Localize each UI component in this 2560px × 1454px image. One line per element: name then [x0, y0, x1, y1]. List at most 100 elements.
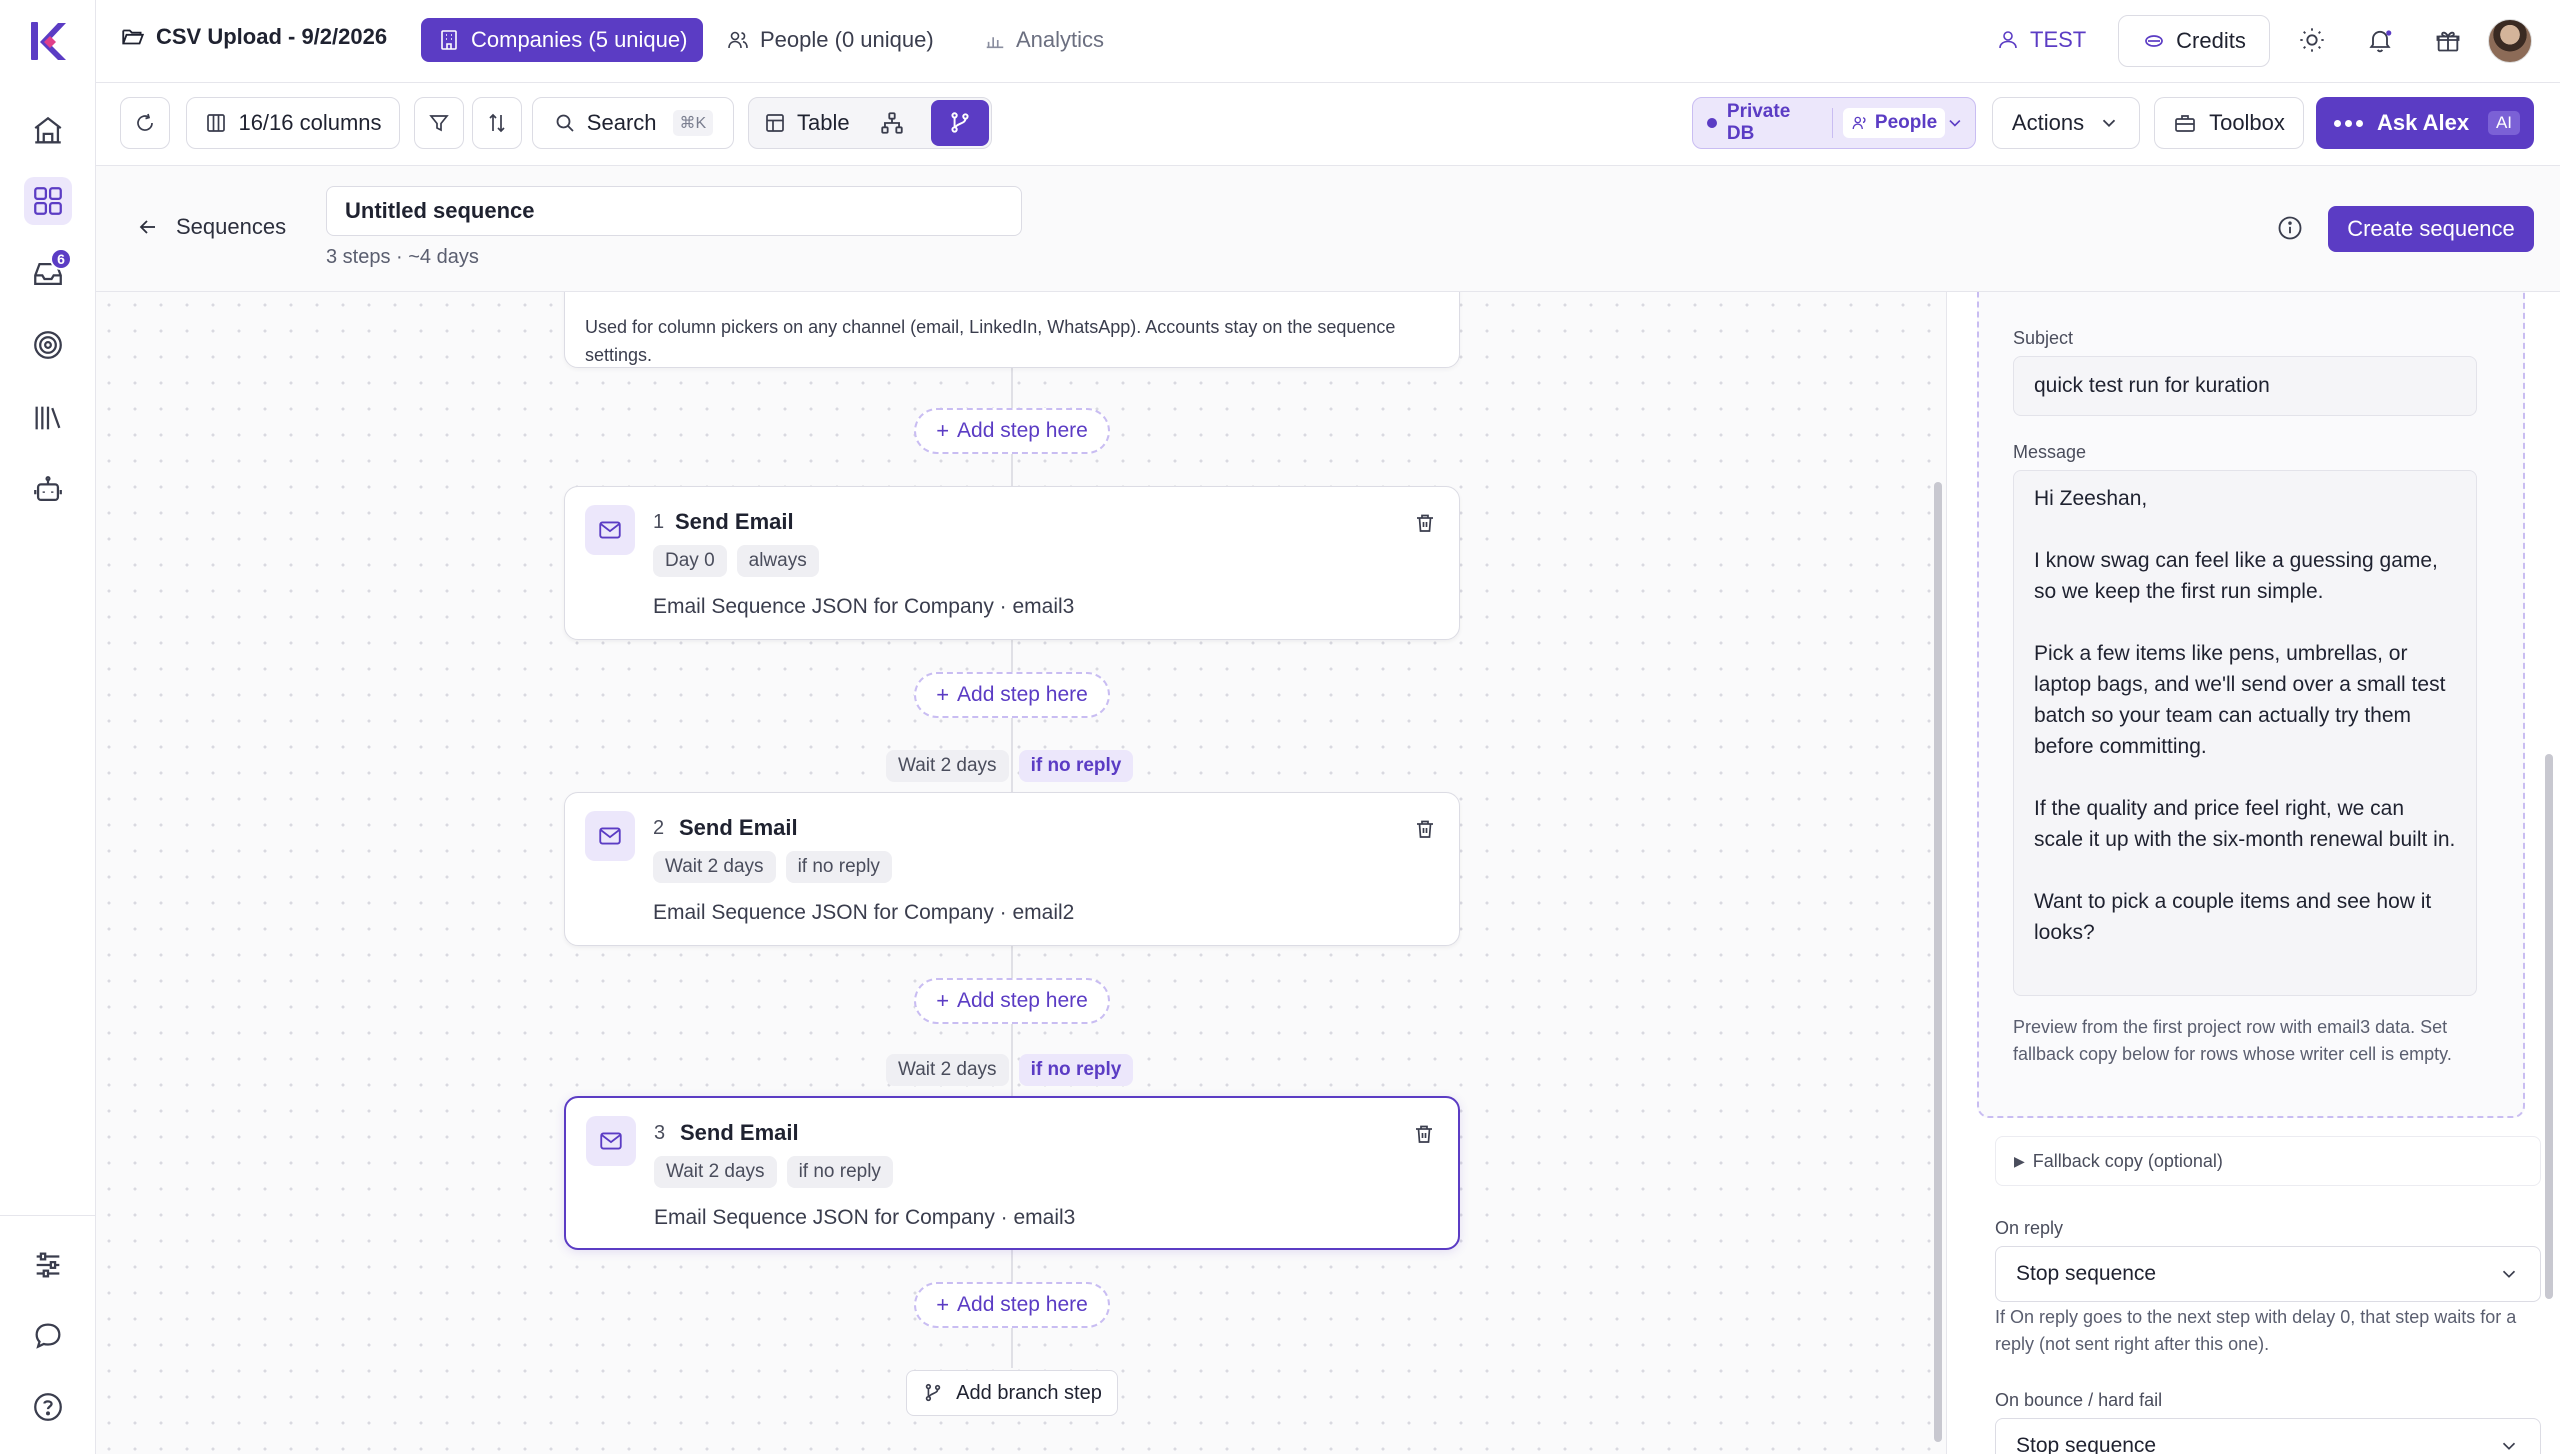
- git-branch-icon: [925, 1383, 941, 1402]
- org-chart-icon[interactable]: [879, 110, 905, 136]
- view-table-label: Table: [797, 110, 850, 135]
- bar-chart-icon: [986, 37, 1004, 49]
- on-reply-select[interactable]: Stop sequence: [1995, 1246, 2541, 1302]
- tab-people-label: People (0 unique): [760, 27, 934, 52]
- actions-button[interactable]: Actions: [1992, 97, 2140, 149]
- channel-settings-card: Used for column pickers on any channel (…: [564, 292, 1460, 368]
- left-sidebar: 6: [0, 0, 96, 1454]
- building-icon: [441, 30, 457, 50]
- chat-icon[interactable]: [24, 1312, 72, 1360]
- sort-icon: [489, 113, 505, 133]
- subject-field[interactable]: quick test run for kuration: [2013, 356, 2477, 416]
- ai-badge: AI: [2487, 111, 2520, 135]
- credits-button[interactable]: Credits: [2118, 15, 2270, 67]
- fallback-label: Fallback copy (optional): [2032, 1150, 2223, 1171]
- users-icon: [728, 31, 748, 49]
- on-reply-value: Stop sequence: [2016, 1262, 2157, 1285]
- test-workspace[interactable]: TEST: [1996, 18, 2086, 62]
- columns-button[interactable]: 16/16 columns: [186, 97, 400, 149]
- trash-icon[interactable]: [1413, 511, 1437, 535]
- step-card-1[interactable]: 1 Send Email Day 0 always Email Sequence…: [564, 486, 1460, 640]
- step-pills: Wait 2 days if no reply: [654, 1156, 893, 1188]
- add-step-button[interactable]: + Add step here: [914, 408, 1110, 454]
- info-icon[interactable]: [2276, 214, 2304, 242]
- inbox-badge: 6: [50, 248, 72, 270]
- trash-icon[interactable]: [1412, 1122, 1436, 1146]
- on-bounce-select[interactable]: Stop sequence: [1995, 1418, 2541, 1454]
- bell-icon[interactable]: [2362, 22, 2398, 58]
- condition-pill: if no reply: [1018, 1054, 1134, 1086]
- add-step-button[interactable]: + Add step here: [914, 1282, 1110, 1328]
- chevron-down-icon: [2502, 1270, 2516, 1278]
- private-db-dot: [1707, 118, 1717, 128]
- file-title[interactable]: CSV Upload - 9/2/2026: [120, 24, 387, 50]
- search-icon: [556, 114, 574, 132]
- add-step-button[interactable]: + Add step here: [914, 672, 1110, 718]
- search-button[interactable]: Search ⌘K: [532, 97, 734, 149]
- theme-sun-icon[interactable]: [2294, 22, 2330, 58]
- private-db-selector[interactable]: Private DB People: [1692, 97, 1976, 149]
- grid-icon[interactable]: [24, 177, 72, 225]
- target-icon[interactable]: [24, 321, 72, 369]
- filter-button[interactable]: [414, 97, 464, 149]
- mail-icon: [586, 1116, 636, 1166]
- arrow-left-icon: [139, 220, 155, 234]
- channel-settings-note: Used for column pickers on any channel (…: [585, 317, 1396, 365]
- add-step-label: Add step here: [957, 989, 1088, 1012]
- folder-open-icon: [122, 29, 145, 45]
- sequence-name-input[interactable]: [326, 186, 1022, 236]
- create-sequence-button[interactable]: Create sequence: [2328, 206, 2534, 252]
- mail-icon: [585, 505, 635, 555]
- back-label: Sequences: [176, 214, 287, 239]
- sliders-icon[interactable]: [24, 1241, 72, 1289]
- columns-icon: [207, 114, 226, 132]
- step-2-delay-row: Wait 2 days if no reply: [886, 750, 1134, 782]
- message-field[interactable]: Hi Zeeshan, I know swag can feel like a …: [2013, 470, 2477, 996]
- user-avatar[interactable]: [2488, 19, 2532, 63]
- tab-companies[interactable]: Companies (5 unique): [421, 18, 704, 62]
- credits-icon: [2145, 35, 2164, 47]
- add-step-button[interactable]: + Add step here: [914, 978, 1110, 1024]
- gift-icon[interactable]: [2430, 22, 2466, 58]
- add-branch-step-button[interactable]: Add branch step: [906, 1370, 1118, 1416]
- step-3-delay-row: Wait 2 days if no reply: [886, 1054, 1134, 1086]
- view-switcher: Table: [748, 97, 992, 149]
- ask-alex-button[interactable]: Ask Alex AI: [2316, 97, 2534, 149]
- ai-dots-icon: [2334, 119, 2363, 127]
- view-sequence-button[interactable]: [931, 100, 989, 146]
- kuration-logo[interactable]: [28, 20, 68, 62]
- step-editor-panel: Subject quick test run for kuration Mess…: [1946, 292, 2560, 1454]
- step-condition-pill: if no reply: [786, 1156, 893, 1188]
- tab-analytics[interactable]: Analytics: [976, 18, 1112, 62]
- wait-pill: Wait 2 days: [886, 750, 1009, 782]
- refresh-icon: [137, 113, 153, 131]
- canvas-scrollbar[interactable]: [1934, 482, 1942, 1442]
- toolbar: 16/16 columns Search ⌘K Table Private DB…: [96, 83, 2560, 166]
- refresh-button[interactable]: [120, 97, 170, 149]
- chevron-down-icon: [1949, 119, 1961, 127]
- search-label: Search: [586, 110, 657, 135]
- help-icon[interactable]: [24, 1383, 72, 1431]
- step-card-2[interactable]: 2 Send Email Wait 2 days if no reply Ema…: [564, 792, 1460, 946]
- panel-scrollbar[interactable]: [2545, 754, 2553, 1299]
- on-bounce-value: Stop sequence: [2016, 1434, 2157, 1454]
- add-step-label: Add step here: [957, 1293, 1088, 1316]
- library-icon[interactable]: [24, 394, 72, 442]
- home-icon[interactable]: [24, 107, 72, 155]
- step-delay-pill: Wait 2 days: [653, 851, 776, 883]
- add-branch-label: Add branch step: [956, 1381, 1102, 1404]
- trash-icon[interactable]: [1413, 817, 1437, 841]
- bot-icon[interactable]: [24, 466, 72, 514]
- step-card-3[interactable]: 3 Send Email Wait 2 days if no reply Ema…: [564, 1096, 1460, 1250]
- sequence-header: Sequences 3 steps · ~4 days Create seque…: [96, 166, 2560, 292]
- top-bar: CSV Upload - 9/2/2026 Companies (5 uniqu…: [96, 0, 2560, 83]
- view-table-button[interactable]: Table: [763, 98, 850, 148]
- on-reply-note: If On reply goes to the next step with d…: [1995, 1307, 2517, 1354]
- fallback-copy-toggle[interactable]: ▶ Fallback copy (optional): [1995, 1136, 2541, 1186]
- inbox-icon[interactable]: 6: [24, 248, 72, 298]
- step-title: Send Email: [675, 509, 794, 534]
- tab-people[interactable]: People (0 unique): [710, 18, 950, 62]
- back-to-sequences-link[interactable]: Sequences: [136, 214, 286, 240]
- sort-button[interactable]: [472, 97, 522, 149]
- toolbox-button[interactable]: Toolbox: [2154, 97, 2304, 149]
